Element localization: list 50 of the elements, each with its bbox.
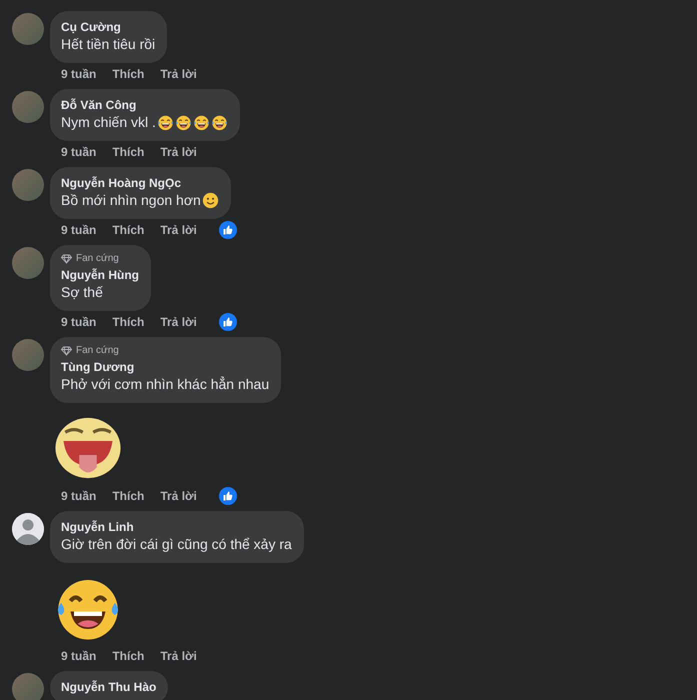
comment-text: Phở với cơm nhìn khác hẳn nhau [61, 375, 270, 394]
like-link[interactable]: Thích [112, 315, 144, 329]
comment-time: 9 tuần [61, 649, 96, 663]
commenter-name[interactable]: Tùng Dương [61, 359, 134, 375]
avatar-photo-placeholder[interactable] [12, 247, 44, 279]
reply-link[interactable]: Trả lời [160, 67, 197, 81]
comment-time: 9 tuần [61, 223, 96, 237]
like-reaction-icon[interactable] [218, 313, 237, 331]
comment-text: Sợ thế [61, 283, 103, 302]
like-link[interactable]: Thích [112, 145, 144, 159]
reply-link[interactable]: Trả lời [160, 649, 197, 663]
commenter-name[interactable]: Nguyễn Hùng [61, 267, 139, 283]
fan-badge-label: Fan cứng [76, 345, 119, 356]
like-reaction-icon[interactable] [218, 221, 237, 239]
comment-time: 9 tuần [61, 67, 96, 81]
like-link[interactable]: Thích [112, 67, 144, 81]
reply-link[interactable]: Trả lời [160, 145, 197, 159]
comment-text: Giờ trên đời cái gì cũng có thể xảy ra [61, 535, 292, 554]
laughing-emoji-icon [192, 114, 210, 131]
commenter-name[interactable]: Nguyễn Hoàng NgỌc [61, 175, 182, 191]
avatar-photo-placeholder[interactable] [12, 339, 44, 371]
comment-time: 9 tuần [61, 315, 96, 329]
laughing-emoji-icon [210, 114, 228, 131]
laughing-emoji-icon [156, 114, 174, 131]
comment-time: 9 tuần [61, 145, 96, 159]
commenter-name[interactable]: Nguyễn Linh [61, 519, 134, 535]
like-link[interactable]: Thích [112, 489, 144, 503]
default-avatar-icon[interactable] [12, 513, 44, 545]
comment-text: Bồ mới nhìn ngon hơn [61, 191, 201, 210]
avatar-photo-placeholder[interactable] [12, 673, 44, 700]
commenter-name[interactable]: Nguyễn Thu Hào [61, 679, 156, 695]
laughing-emoji-icon [174, 114, 192, 131]
smiley-emoji-icon [202, 192, 219, 209]
comment-text: Nym chiến vkl . [61, 113, 156, 132]
comment-text: Hết tiền tiêu rồi [61, 35, 156, 54]
reply-link[interactable]: Trả lời [160, 489, 197, 503]
avatar-photo-placeholder[interactable] [12, 91, 44, 123]
commenter-name[interactable]: Đỗ Văn Công [61, 97, 136, 113]
reply-link[interactable]: Trả lời [160, 315, 197, 329]
avatar-photo-placeholder[interactable] [12, 13, 44, 45]
avatar-photo-placeholder[interactable] [12, 169, 44, 201]
diamond-icon [61, 254, 72, 264]
comment-time: 9 tuần [61, 489, 96, 503]
diamond-icon [61, 346, 72, 356]
fan-badge-label: Fan cứng [76, 253, 119, 264]
reply-link[interactable]: Trả lời [160, 223, 197, 237]
like-link[interactable]: Thích [112, 223, 144, 237]
commenter-name[interactable]: Cụ Cường [61, 19, 121, 35]
like-link[interactable]: Thích [112, 649, 144, 663]
like-reaction-icon[interactable] [218, 487, 237, 505]
